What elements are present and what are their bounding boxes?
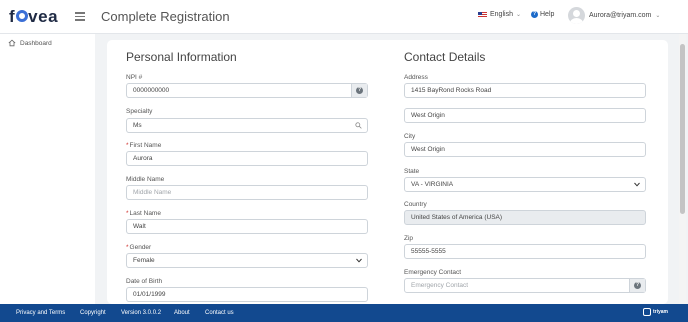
required-marker: *	[126, 210, 129, 217]
question-icon: ?	[634, 282, 641, 289]
footer: Privacy and Terms Copyright Version 3.0.…	[0, 304, 688, 322]
contact-us-link[interactable]: Contact us	[205, 310, 234, 316]
required-marker: *	[126, 244, 129, 251]
dob-input[interactable]: 01/01/1999	[126, 287, 368, 302]
country-input: United States of America (USA)	[404, 210, 646, 225]
emergency-contact-label: Emergency Contact	[404, 269, 462, 276]
page-scrollbar[interactable]	[679, 34, 686, 304]
npi-label: NPI #	[126, 74, 143, 81]
scrollbar-thumb[interactable]	[680, 44, 685, 214]
first-name-input[interactable]: Aurora	[126, 151, 368, 166]
zip-label: Zip	[404, 235, 414, 242]
dob-label: Date of Birth	[126, 278, 163, 285]
avatar	[568, 7, 585, 24]
specialty-value: Ms	[133, 122, 142, 129]
sidebar-item-dashboard[interactable]: Dashboard	[8, 39, 52, 47]
language-selector[interactable]: English ⌄	[478, 11, 521, 18]
npi-input[interactable]: 0000000000 ?	[126, 83, 368, 98]
city-label: City	[404, 133, 416, 140]
question-icon: ?	[356, 87, 363, 94]
fovea-logo[interactable]: f vea	[9, 7, 58, 27]
city-input[interactable]: West Origin	[404, 142, 646, 157]
last-name-label-text: Last Name	[129, 210, 161, 217]
privacy-terms-link[interactable]: Privacy and Terms	[16, 310, 65, 316]
gender-value: Female	[133, 257, 155, 264]
about-link[interactable]: About	[174, 310, 190, 316]
state-select[interactable]: VA - VIRGINIA	[404, 177, 646, 192]
search-icon[interactable]	[355, 122, 362, 129]
specialty-input[interactable]: Ms	[126, 118, 368, 133]
gender-select[interactable]: Female	[126, 253, 368, 268]
help-label: Help	[540, 11, 555, 18]
sidebar: Dashboard	[0, 34, 95, 304]
specialty-label: Specialty	[126, 108, 153, 115]
first-name-label: *First Name	[126, 142, 161, 149]
help-link[interactable]: ? Help	[531, 11, 554, 18]
menu-toggle-icon[interactable]	[75, 12, 85, 21]
emergency-help-button[interactable]: ?	[629, 279, 645, 292]
zip-input[interactable]: 55555-5555	[404, 244, 646, 259]
registration-form-card: Personal Information NPI # 0000000000 ? …	[107, 40, 668, 304]
address-label: Address	[404, 74, 428, 81]
user-email: Aurora@triyam.com	[589, 12, 652, 19]
npi-value: 0000000000	[133, 87, 170, 94]
language-label: English	[490, 11, 513, 18]
chevron-down-icon: ⌄	[655, 13, 661, 19]
npi-help-button[interactable]: ?	[351, 84, 367, 97]
gender-label: *Gender	[126, 244, 151, 251]
state-value: VA - VIRGINIA	[411, 181, 454, 188]
user-menu[interactable]: Aurora@triyam.com ⌄	[568, 7, 660, 24]
triyam-mark-icon	[643, 308, 651, 316]
chevron-down-icon	[634, 182, 640, 187]
brand-name: triyam	[653, 309, 669, 315]
emergency-contact-input[interactable]: Emergency Contact ?	[404, 278, 646, 293]
middle-name-label: Middle Name	[126, 176, 165, 183]
state-label: State	[404, 168, 420, 175]
us-flag-icon	[478, 11, 487, 18]
sidebar-item-label: Dashboard	[20, 39, 52, 47]
address-input[interactable]: 1415 BayRond Rocks Road	[404, 83, 646, 98]
home-icon	[8, 39, 16, 47]
country-label: Country	[404, 201, 427, 208]
logo-o-icon	[15, 10, 28, 23]
chevron-down-icon	[356, 258, 362, 263]
required-marker: *	[126, 142, 129, 149]
middle-name-input[interactable]: Middle Name	[126, 185, 368, 200]
first-name-label-text: First Name	[129, 142, 162, 149]
emergency-contact-placeholder: Emergency Contact	[411, 282, 469, 289]
help-icon: ?	[531, 11, 538, 18]
gender-label-text: Gender	[129, 244, 152, 251]
personal-info-title: Personal Information	[126, 50, 237, 64]
last-name-input[interactable]: Walt	[126, 219, 368, 234]
contact-details-title: Contact Details	[404, 50, 486, 64]
chevron-down-icon: ⌄	[515, 12, 521, 18]
top-bar: f vea Complete Registration English ⌄ ? H…	[0, 0, 688, 34]
page-title: Complete Registration	[101, 9, 230, 24]
triyam-logo: triyam	[643, 308, 668, 316]
last-name-label: *Last Name	[126, 210, 161, 217]
address-line2-input[interactable]: West Origin	[404, 108, 646, 123]
copyright-link[interactable]: Copyright	[80, 310, 106, 316]
version-text: Version 3.0.0.2	[121, 310, 162, 316]
